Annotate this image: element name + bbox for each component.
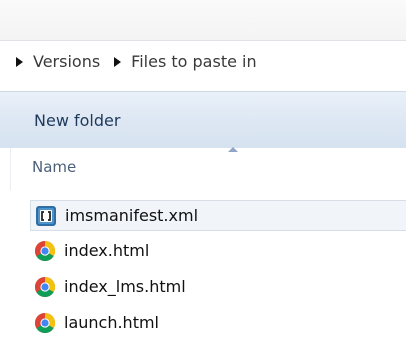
column-divider[interactable]: [10, 148, 11, 190]
xml-file-icon: [36, 205, 56, 226]
chevron-right-icon[interactable]: [114, 56, 122, 67]
chevron-right-icon[interactable]: [16, 56, 23, 67]
breadcrumb-item-files-to-paste-in[interactable]: Files to paste in: [131, 52, 256, 71]
sort-ascending-icon: [228, 147, 238, 152]
column-header-name[interactable]: Name: [32, 158, 76, 176]
file-explorer-window: Versions Files to paste in New folder Na…: [0, 0, 406, 360]
chrome-icon: [35, 312, 55, 333]
chrome-icon: [35, 276, 55, 297]
file-row-index[interactable]: index.html: [30, 235, 406, 266]
command-toolbar: New folder: [0, 91, 406, 149]
spacer: [0, 81, 406, 91]
file-row-launch[interactable]: launch.html: [30, 307, 406, 338]
file-row-index-lms[interactable]: index_lms.html: [30, 271, 406, 302]
new-folder-button[interactable]: New folder: [34, 111, 120, 130]
file-name: index.html: [64, 241, 150, 260]
file-name: imsmanifest.xml: [65, 206, 199, 225]
file-name: launch.html: [64, 313, 159, 332]
breadcrumb[interactable]: Versions Files to paste in: [0, 40, 406, 82]
chrome-icon: [35, 240, 55, 261]
file-row-imsmanifest[interactable]: imsmanifest.xml: [30, 200, 406, 231]
file-name: index_lms.html: [64, 277, 186, 296]
window-top-area: [0, 0, 406, 40]
breadcrumb-item-versions[interactable]: Versions: [33, 52, 100, 71]
